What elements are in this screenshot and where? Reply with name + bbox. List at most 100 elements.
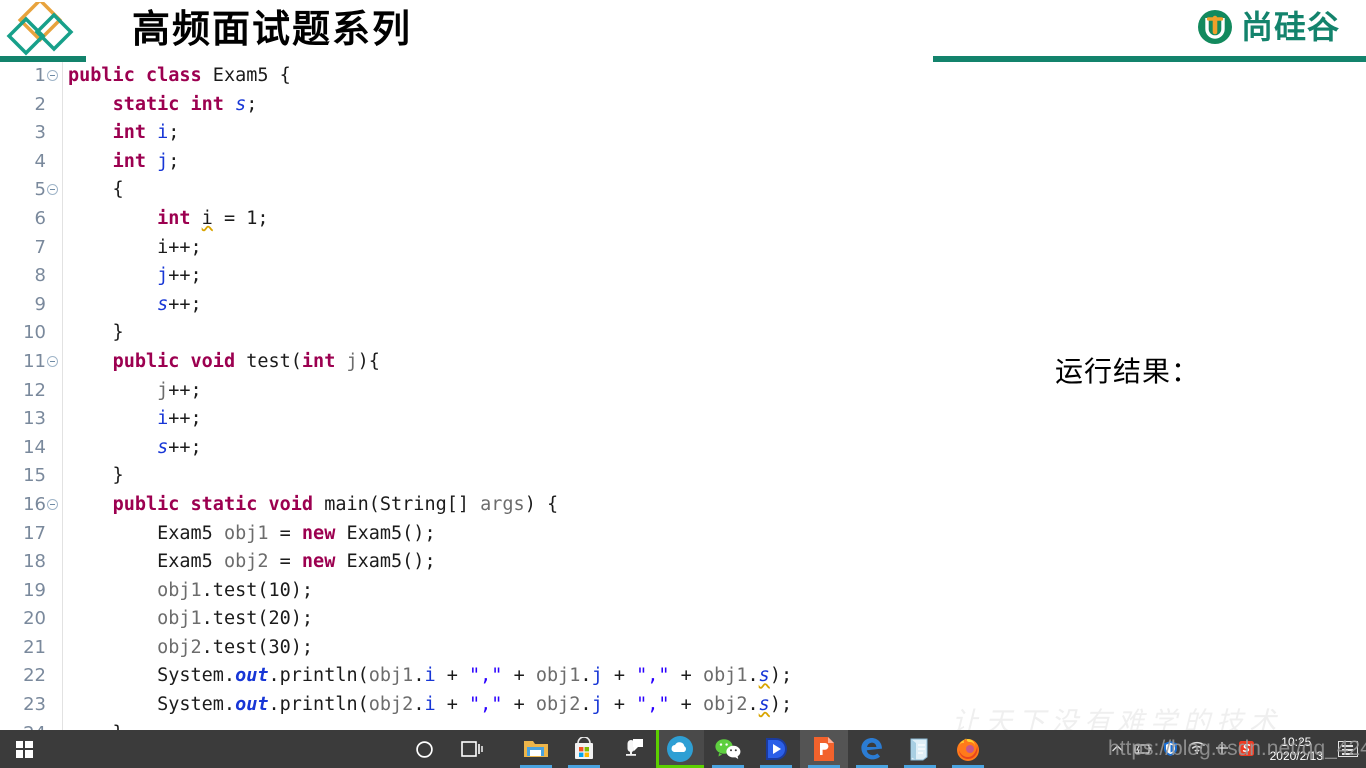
line-number: 4 [34, 150, 46, 172]
code-line: 16 public static void main(String[] args… [0, 491, 960, 520]
code-text: i++; [157, 408, 202, 430]
code-line: 10 } [0, 319, 960, 348]
header-rule-right [933, 56, 1366, 62]
brand-u-mark-icon [1197, 10, 1232, 44]
line-number: 10 [23, 322, 46, 344]
page-title: 高频面试题系列 [132, 9, 413, 51]
windows-start-icon[interactable] [0, 730, 48, 768]
chevron-up-icon[interactable] [1111, 742, 1124, 756]
sogou-input-icon[interactable] [1238, 740, 1255, 759]
code-line: 4 int j; [0, 148, 960, 177]
code-line: 21 obj2.test(30); [0, 634, 960, 663]
code-line: 15 } [0, 462, 960, 491]
line-number: 22 [23, 665, 46, 687]
line-number: 1 [34, 65, 46, 86]
voice-recorder-icon[interactable] [608, 730, 656, 768]
code-line: 9 s++; [0, 291, 960, 320]
code-line: 1 public class Exam5 { [0, 62, 960, 91]
code-text: public static void main(String[] args) { [112, 493, 559, 515]
code-text: s++; [157, 293, 202, 315]
code-text: i++; [68, 236, 202, 258]
line-number: 21 [23, 636, 46, 658]
line-number: 24 [0, 720, 46, 730]
code-text: } [62, 720, 124, 730]
cortana-search-icon[interactable] [400, 730, 448, 768]
code-line: 19 obj1.test(10); [0, 577, 960, 606]
line-number: 8 [34, 265, 46, 287]
battery-icon[interactable] [1133, 742, 1153, 757]
code-editor: 1 public class Exam5 {2 static int s; 3 in… [0, 62, 960, 730]
slide-watermark: 让天下没有难学的技术 [952, 707, 1282, 730]
code-line: 20 obj1.test(20); [0, 605, 960, 634]
code-line: 5 { [0, 176, 960, 205]
wechat-icon[interactable] [704, 730, 752, 768]
clock-time: 10:25 [1281, 735, 1312, 749]
code-line: 13 i++; [0, 405, 960, 434]
line-number: 23 [23, 694, 46, 716]
code-text: static int s; [112, 93, 258, 115]
system-tray: 10:25 2020/2/13 [1111, 730, 1366, 768]
line-number: 11 [23, 350, 46, 372]
code-text: public void test(int j){ [112, 350, 380, 372]
security-shield-icon[interactable] [1162, 740, 1179, 759]
windows-taskbar: 10:25 2020/2/13 [0, 730, 1366, 768]
code-line: 23 System.out.println(obj2.i + "," + obj… [0, 691, 960, 720]
action-center-icon[interactable] [1338, 741, 1358, 757]
code-line: 22 System.out.println(obj1.i + "," + obj… [0, 662, 960, 691]
line-number: 6 [34, 207, 46, 229]
code-line: 8 j++; [0, 262, 960, 291]
line-number: 14 [23, 436, 46, 458]
line-number: 3 [34, 122, 46, 144]
wifi-icon[interactable] [1188, 741, 1206, 757]
cloud-app-icon[interactable] [656, 730, 704, 768]
code-text: s++; [157, 436, 202, 458]
code-text: System.out.println(obj1.i + "," + obj1.j… [68, 665, 793, 687]
task-view-icon[interactable] [448, 730, 496, 768]
input-method-icon[interactable] [1215, 741, 1229, 757]
code-text: { [68, 179, 124, 201]
code-line: 7 i++; [0, 234, 960, 263]
line-number: 12 [23, 379, 46, 401]
code-text: Exam5 obj2 = new Exam5(); [68, 551, 436, 573]
microsoft-store-icon[interactable] [560, 730, 608, 768]
code-line: 17 Exam5 obj1 = new Exam5(); [0, 520, 960, 549]
line-number: 19 [23, 579, 46, 601]
clock-date: 2020/2/13 [1269, 749, 1323, 763]
line-number: 18 [23, 551, 46, 573]
code-line: 12 j++; [0, 377, 960, 406]
code-line: 24 } [0, 720, 960, 730]
code-line: 14 s++; [0, 434, 960, 463]
code-text: j++; [157, 265, 202, 287]
clock[interactable]: 10:25 2020/2/13 [1264, 735, 1329, 763]
code-text: int i = 1; [157, 207, 269, 229]
code-text: } [68, 322, 124, 344]
code-text: public class Exam5 { [68, 65, 291, 86]
brand-logo: 尚硅谷 [1195, 6, 1340, 48]
code-text: System.out.println(obj2.i + "," + obj2.j… [68, 694, 793, 716]
line-number: 17 [23, 522, 46, 544]
code-text: obj2.test(30); [157, 636, 314, 658]
code-line: 3 int i; [0, 119, 960, 148]
diamond-logo-icon [6, 0, 78, 64]
code-text: int j; [112, 150, 180, 172]
result-label: 运行结果： [1055, 356, 1201, 387]
line-number: 20 [23, 608, 46, 630]
media-player-icon[interactable] [752, 730, 800, 768]
line-number: 15 [23, 465, 46, 487]
brand-name: 尚硅谷 [1240, 9, 1340, 45]
wps-presentation-icon[interactable] [800, 730, 848, 768]
file-explorer-icon[interactable] [512, 730, 560, 768]
microsoft-edge-icon[interactable] [848, 730, 896, 768]
code-text: j++; [157, 379, 202, 401]
code-line: 11 public void test(int j){ [0, 348, 960, 377]
line-number: 16 [23, 493, 46, 515]
code-text: Exam5 obj1 = new Exam5(); [68, 522, 436, 544]
line-number: 9 [34, 293, 46, 315]
code-text: int i; [112, 122, 180, 144]
code-text: obj1.test(20); [157, 608, 314, 630]
line-number: 5 [34, 179, 46, 201]
presentation-slide: 高频面试题系列 尚硅谷 1 public class Exam5 {2 stati… [0, 0, 1366, 730]
notepad-icon[interactable] [896, 730, 944, 768]
firefox-icon[interactable] [944, 730, 992, 768]
line-number: 13 [23, 408, 46, 430]
